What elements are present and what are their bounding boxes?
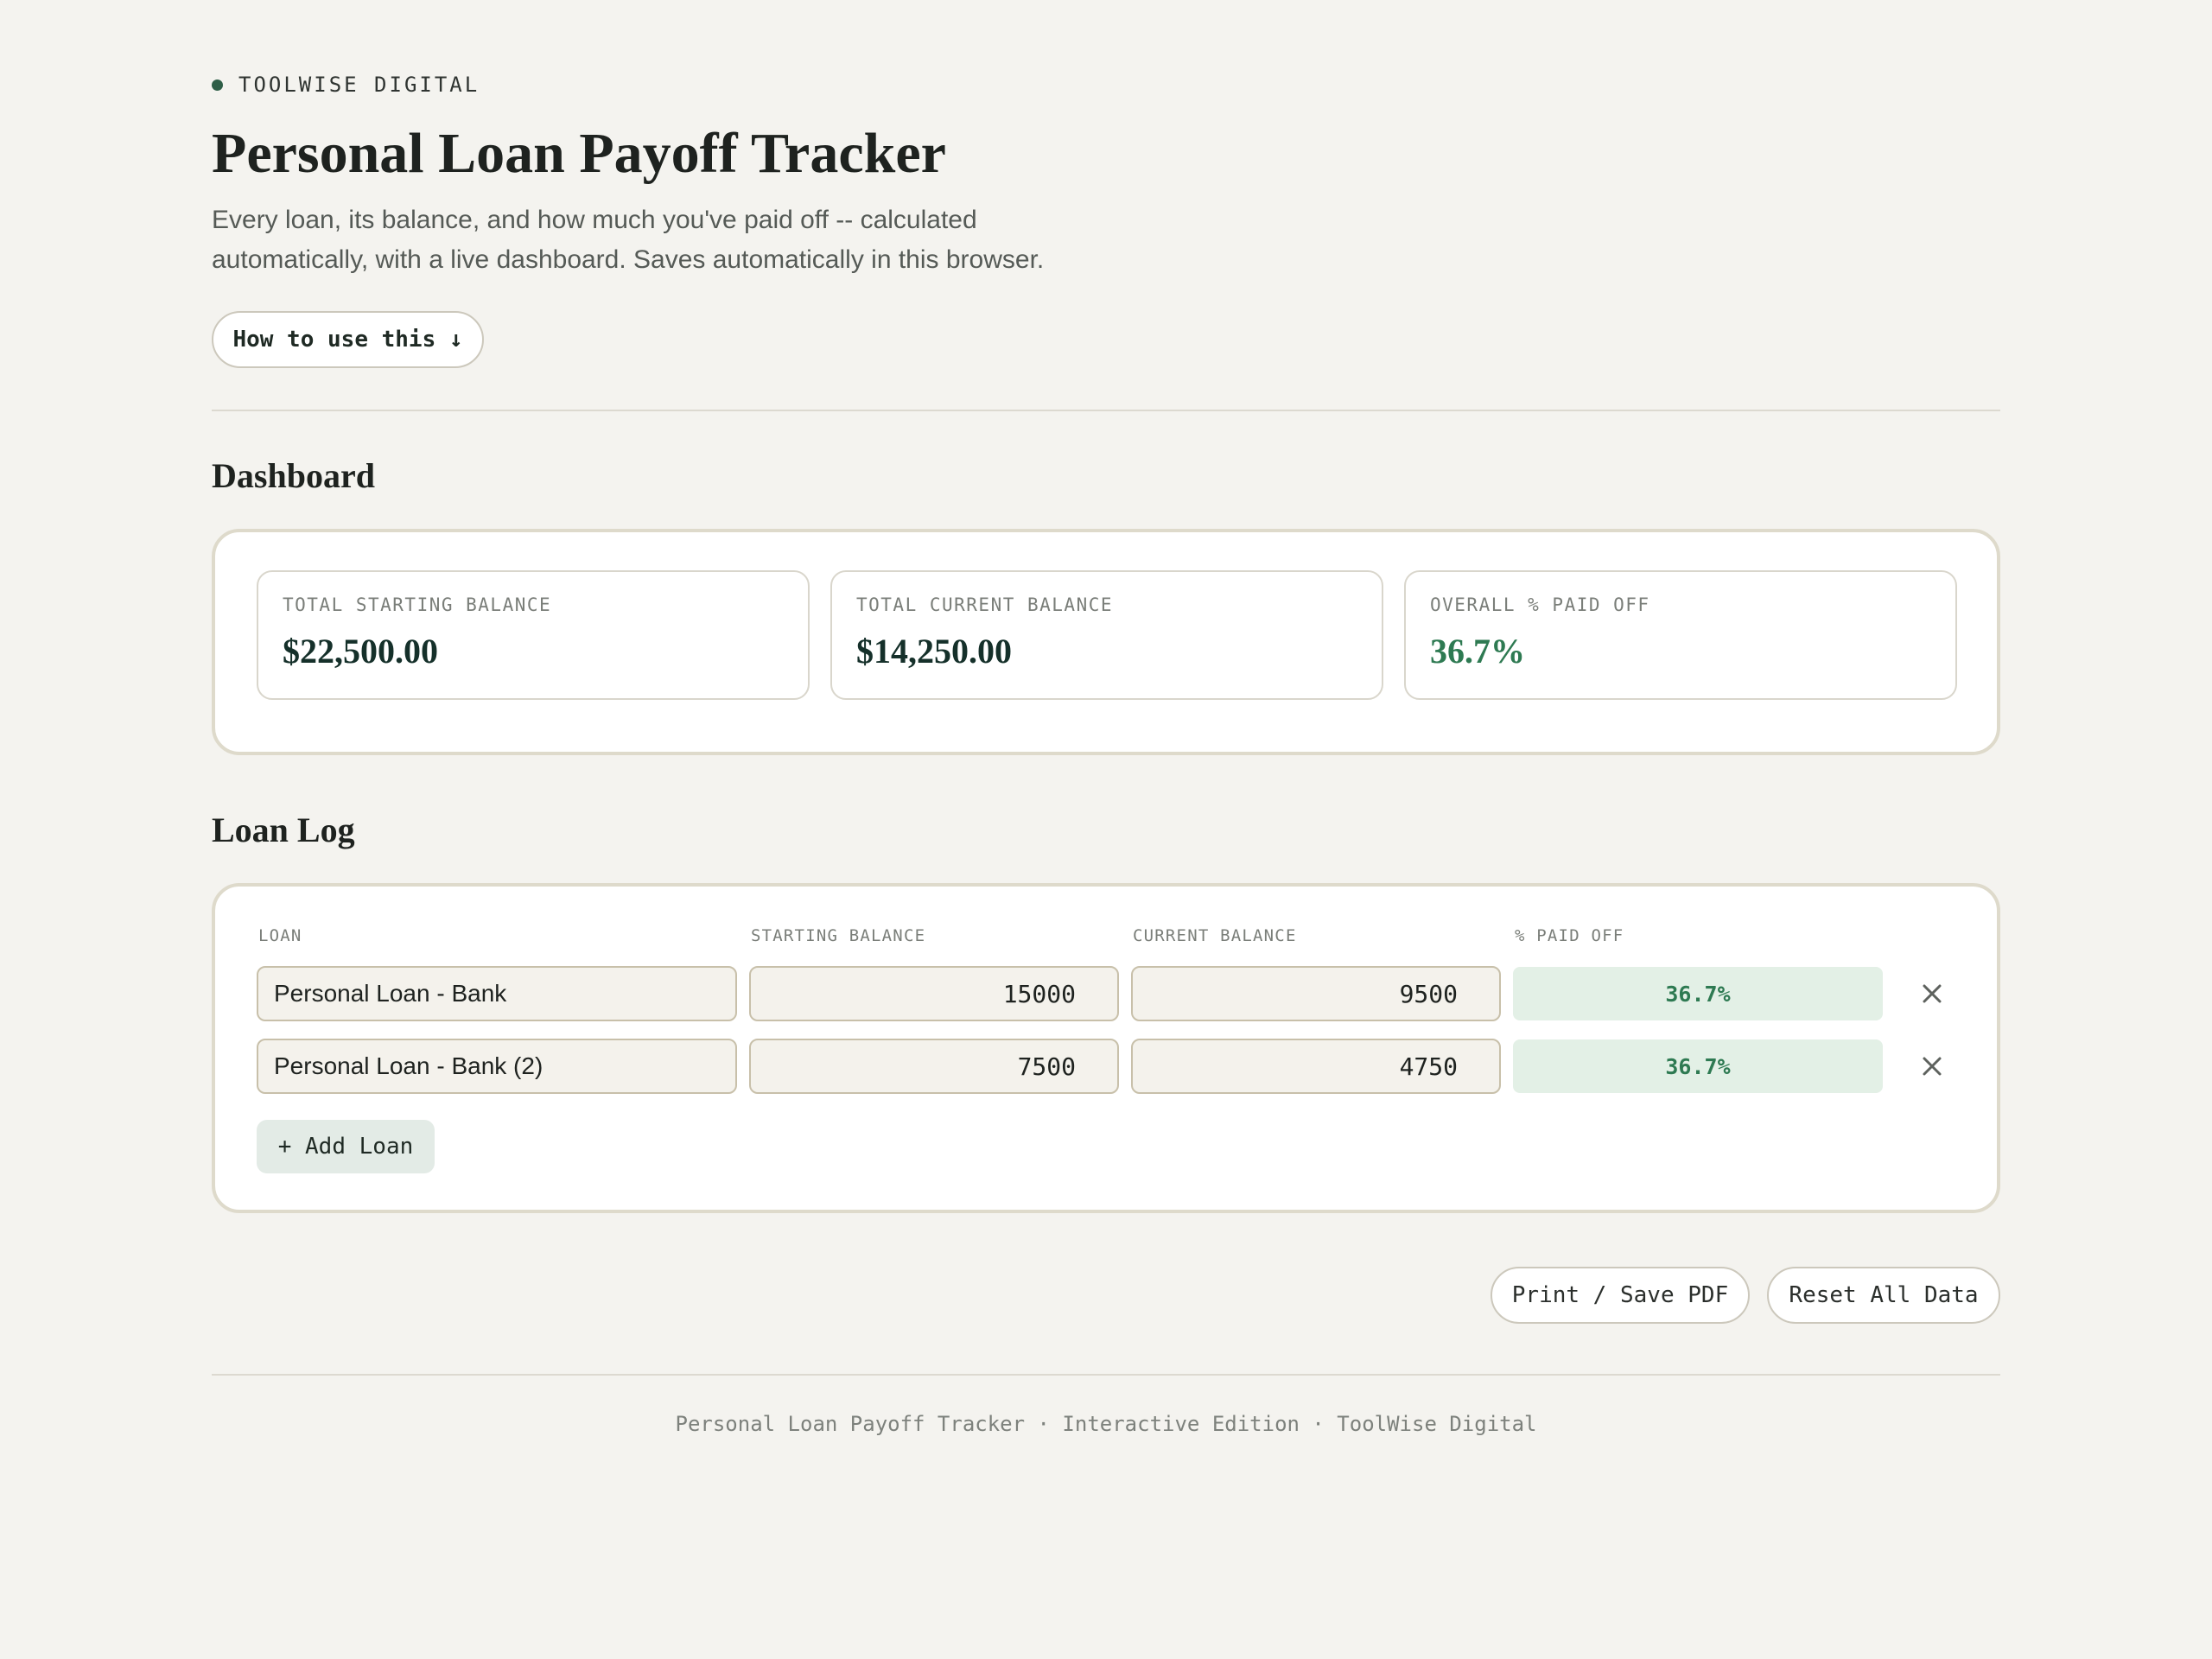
loan-name-input[interactable] bbox=[257, 966, 737, 1021]
header-divider bbox=[212, 410, 2000, 411]
stat-value: $22,500.00 bbox=[283, 632, 438, 671]
brand-name: TOOLWISE DIGITAL bbox=[238, 73, 480, 97]
loan-log-title: Loan Log bbox=[212, 810, 355, 849]
remove-loan-button[interactable] bbox=[1910, 972, 1954, 1015]
current-balance-input[interactable] bbox=[1131, 1039, 1501, 1094]
brand-dot-icon bbox=[212, 79, 223, 91]
current-balance-input[interactable] bbox=[1131, 966, 1501, 1021]
footer-divider bbox=[212, 1374, 2000, 1376]
column-header-current-balance: CURRENT BALANCE bbox=[1133, 926, 1297, 945]
stat-value: 36.7% bbox=[1430, 632, 1525, 671]
brand: TOOLWISE DIGITAL bbox=[212, 73, 480, 97]
footer-text: Personal Loan Payoff Tracker · Interacti… bbox=[675, 1412, 1537, 1436]
stat-card-total-current: TOTAL CURRENT BALANCE $14,250.00 bbox=[830, 570, 1383, 700]
close-icon bbox=[1923, 1057, 1942, 1076]
stat-card-total-starting: TOTAL STARTING BALANCE $22,500.00 bbox=[257, 570, 810, 700]
how-to-use-button[interactable]: How to use this ↓ bbox=[212, 311, 484, 368]
stat-label: TOTAL CURRENT BALANCE bbox=[856, 594, 1114, 615]
paid-off-badge: 36.7% bbox=[1513, 967, 1883, 1020]
dashboard-title: Dashboard bbox=[212, 456, 375, 495]
page-subtitle: Every loan, its balance, and how much yo… bbox=[212, 206, 1045, 274]
reset-all-data-button[interactable]: Reset All Data bbox=[1767, 1267, 2000, 1324]
loan-log-panel: LOAN STARTING BALANCE CURRENT BALANCE % … bbox=[212, 883, 2000, 1213]
paid-off-badge: 36.7% bbox=[1513, 1039, 1883, 1093]
column-header-starting-balance: STARTING BALANCE bbox=[751, 926, 926, 945]
column-header-paid-off: % PAID OFF bbox=[1515, 926, 1624, 945]
add-loan-button[interactable]: + Add Loan bbox=[257, 1120, 435, 1173]
remove-loan-button[interactable] bbox=[1910, 1045, 1954, 1088]
stat-value: $14,250.00 bbox=[856, 632, 1012, 671]
starting-balance-input[interactable] bbox=[749, 1039, 1119, 1094]
page-title: Personal Loan Payoff Tracker bbox=[212, 122, 946, 185]
stat-label: TOTAL STARTING BALANCE bbox=[283, 594, 552, 615]
loan-name-input[interactable] bbox=[257, 1039, 737, 1094]
stat-card-overall-paid: OVERALL % PAID OFF 36.7% bbox=[1404, 570, 1957, 700]
column-header-loan: LOAN bbox=[258, 926, 302, 945]
stat-label: OVERALL % PAID OFF bbox=[1430, 594, 1650, 615]
close-icon bbox=[1923, 984, 1942, 1003]
print-save-pdf-button[interactable]: Print / Save PDF bbox=[1491, 1267, 1750, 1324]
dashboard-panel: TOTAL STARTING BALANCE $22,500.00 TOTAL … bbox=[212, 529, 2000, 755]
starting-balance-input[interactable] bbox=[749, 966, 1119, 1021]
